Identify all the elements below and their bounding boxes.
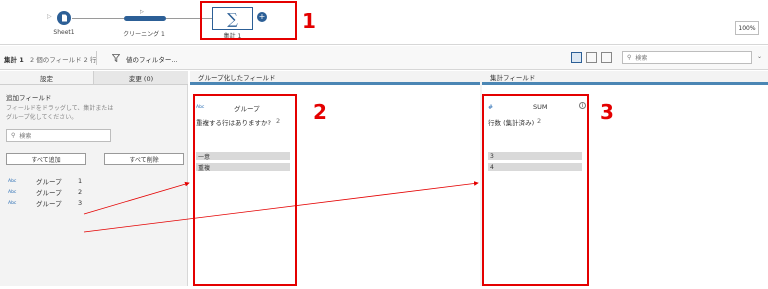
arrow-to-grouped [83, 181, 190, 215]
arrow-to-aggregated [83, 181, 479, 233]
annotation-arrows [83, 181, 479, 233]
